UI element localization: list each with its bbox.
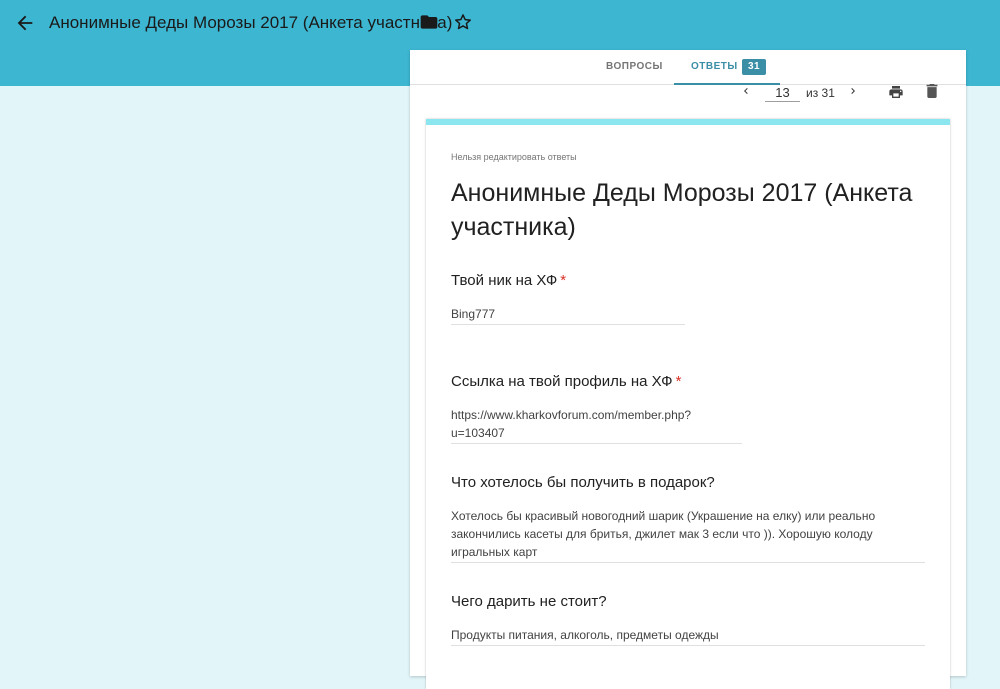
form-title: Анонимные Деды Морозы 2017 (Анкета участ… — [451, 179, 913, 241]
question-gift-wish: Что хотелось бы получить в подарок? Хоте… — [451, 473, 925, 563]
tab-answers-label: ОТВЕТЫ — [691, 61, 738, 72]
response-pager: из 31 — [410, 84, 966, 115]
response-total: из 31 — [806, 86, 835, 100]
question-label: Твой ник на ХФ * — [451, 272, 567, 289]
answer-text: https://www.kharkovforum.com/member.php?… — [451, 406, 742, 444]
tab-answers[interactable]: ОТВЕТЫ 31 — [674, 50, 780, 85]
star-outline-icon[interactable] — [453, 12, 473, 32]
chevron-right-icon[interactable] — [847, 85, 859, 97]
question-label: Чего дарить не стоит? — [451, 593, 607, 610]
tab-bar: ВОПРОСЫ ОТВЕТЫ 31 — [410, 50, 966, 85]
question-label: Что хотелось бы получить в подарок? — [451, 474, 715, 491]
read-only-notice: Нельзя редактировать ответы — [451, 152, 577, 162]
print-icon[interactable] — [888, 84, 904, 100]
response-card: Нельзя редактировать ответы Анонимные Де… — [426, 119, 950, 689]
answer-text: Продукты питания, алкоголь, предметы оде… — [451, 626, 925, 646]
trash-icon[interactable] — [926, 84, 938, 98]
question-label: Ссылка на твой профиль на ХФ * — [451, 373, 682, 390]
tab-questions[interactable]: ВОПРОСЫ — [606, 50, 663, 85]
required-asterisk: * — [560, 272, 567, 289]
response-number-input[interactable] — [765, 84, 800, 102]
answers-count-badge: 31 — [742, 59, 767, 75]
question-profile-link: Ссылка на твой профиль на ХФ * https://ww… — [451, 372, 925, 444]
question-nickname: Твой ник на ХФ * Bing777 — [451, 271, 925, 325]
form-name: Анонимные Деды Морозы 2017 (Анкета участ… — [49, 13, 453, 32]
answer-text: Хотелось бы красивый новогодний шарик (У… — [451, 507, 925, 563]
arrow-back-icon[interactable] — [14, 12, 36, 34]
chevron-left-icon[interactable] — [740, 85, 752, 97]
responses-panel: ВОПРОСЫ ОТВЕТЫ 31 из 31 Нельзя редактиро… — [410, 50, 966, 689]
answer-text: Bing777 — [451, 305, 685, 325]
required-asterisk: * — [675, 373, 682, 390]
question-dont-gift: Чего дарить не стоит? Продукты питания, … — [451, 592, 925, 646]
folder-icon[interactable] — [419, 12, 439, 32]
